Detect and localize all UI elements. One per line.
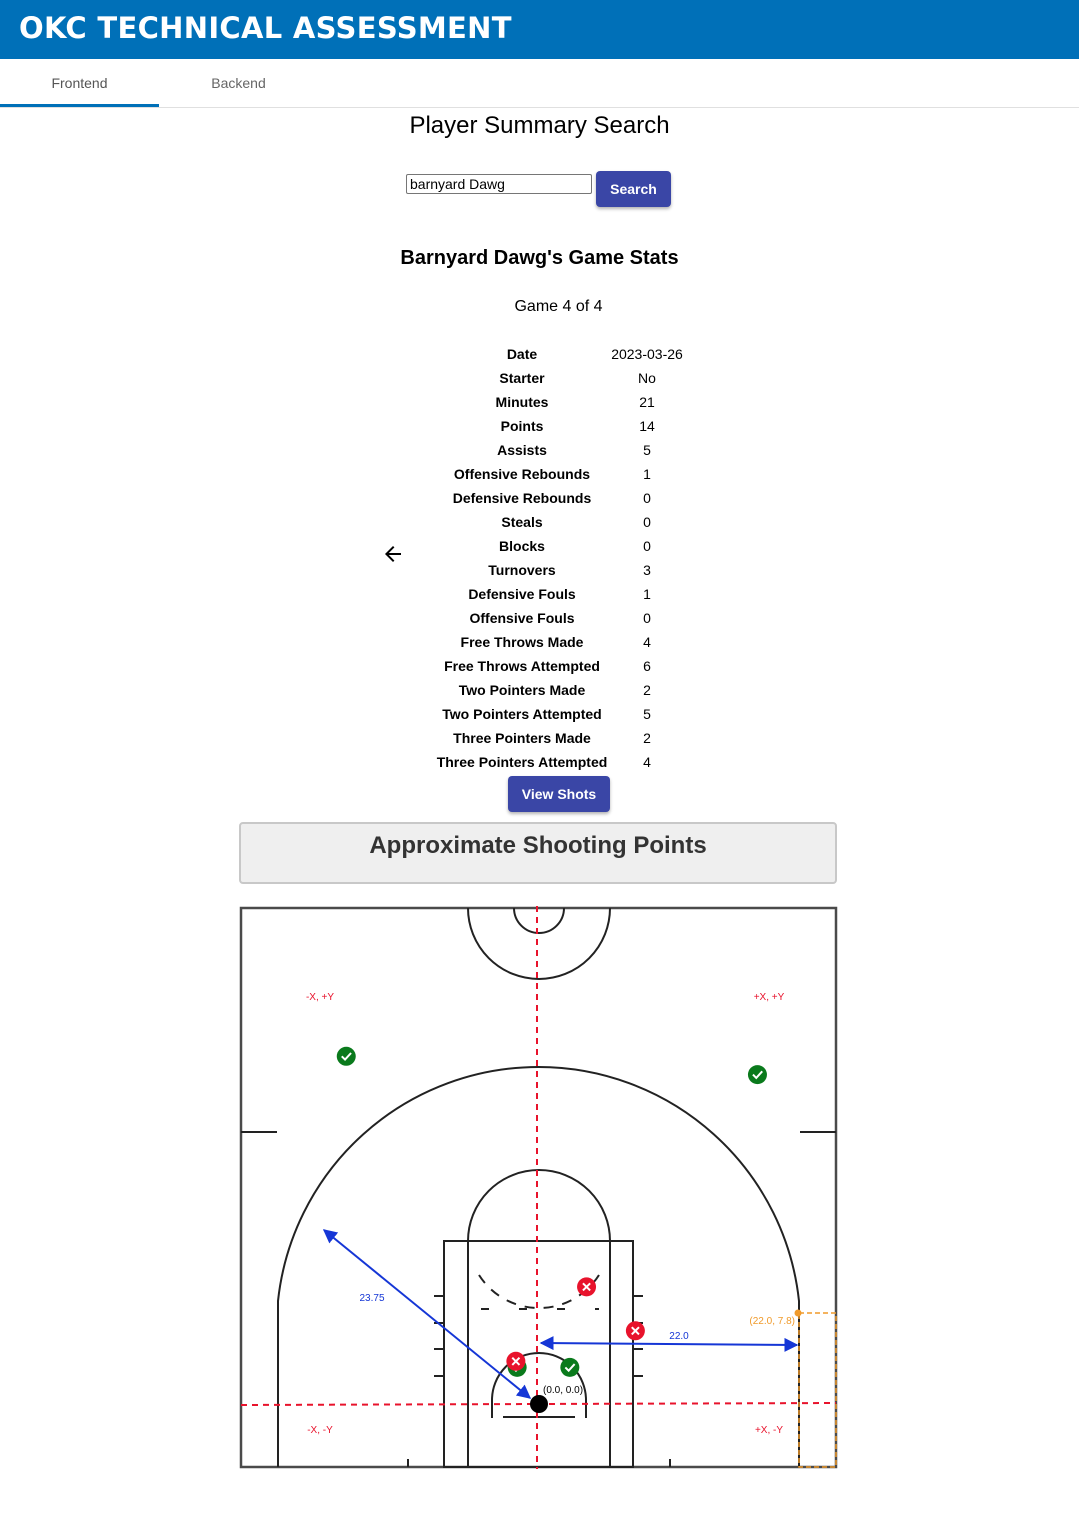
tab-indicator [0, 104, 159, 107]
missed-shot-icon [625, 1321, 645, 1341]
stat-label: Three Pointers Attempted [436, 754, 608, 770]
stat-value: 1 [643, 586, 651, 602]
stat-row: Two Pointers Attempted 5 [0, 702, 1079, 726]
view-shots-button[interactable]: View Shots [508, 776, 610, 812]
stat-row: Minutes 21 [0, 390, 1079, 414]
stat-value: 4 [643, 634, 651, 650]
arc-distance-label: 23.75 [359, 1293, 384, 1304]
quadrant-label: +X, +Y [754, 992, 785, 1003]
stat-label: Offensive Fouls [469, 610, 575, 626]
stat-row: Offensive Rebounds 1 [0, 462, 1079, 486]
player-search-input[interactable] [406, 174, 592, 194]
shot-chart-header: Approximate Shooting Points [239, 822, 837, 884]
stat-value: 2 [643, 730, 651, 746]
stat-row: Blocks 0 [0, 534, 1079, 558]
stat-value: 21 [639, 394, 655, 410]
stat-label: Offensive Rebounds [453, 466, 591, 482]
stat-row: Turnovers 3 [0, 558, 1079, 582]
quadrant-label: -X, +Y [306, 992, 334, 1003]
origin-label: (0.0, 0.0) [543, 1385, 583, 1396]
stat-row: Three Pointers Attempted 4 [0, 750, 1079, 774]
tab-frontend[interactable]: Frontend [0, 59, 159, 107]
stat-value: 14 [639, 418, 655, 434]
corner-label: (22.0, 7.8) [749, 1316, 795, 1327]
stat-label: Two Pointers Attempted [442, 706, 602, 722]
quadrant-label: +X, -Y [755, 1425, 783, 1436]
stat-value: 0 [643, 538, 651, 554]
search-button[interactable]: Search [596, 171, 671, 207]
stat-label: Two Pointers Made [458, 682, 586, 698]
tab-backend[interactable]: Backend [159, 59, 318, 107]
made-shot-icon [560, 1357, 580, 1377]
stat-value: 5 [643, 706, 651, 722]
quadrant-label: -X, -Y [307, 1425, 333, 1436]
stat-row: Starter No [0, 366, 1079, 390]
missed-shot-icon [577, 1277, 597, 1297]
stat-row: Offensive Fouls 0 [0, 606, 1079, 630]
hoop-origin [530, 1395, 548, 1413]
stat-row: Steals 0 [0, 510, 1079, 534]
stat-row: Points 14 [0, 414, 1079, 438]
stat-row: Defensive Rebounds 0 [0, 486, 1079, 510]
stat-row: Date 2023-03-26 [0, 342, 1079, 366]
stat-value: 0 [643, 610, 651, 626]
made-shot-icon [336, 1046, 356, 1066]
missed-shot-icon [506, 1351, 526, 1371]
stat-label: Defensive Fouls [468, 586, 576, 602]
stat-value: 1 [643, 466, 651, 482]
stat-value: 2023-03-26 [611, 346, 683, 362]
stats-title: Barnyard Dawg's Game Stats [400, 247, 679, 269]
stat-value: 0 [643, 514, 651, 530]
stat-label: Free Throws Made [460, 634, 584, 650]
stat-label: Assists [497, 442, 547, 458]
court-diagram: (22.0, 7.8) 23.75 22.0 -X, +Y +X, +Y -X,… [225, 900, 855, 1480]
stat-row: Free Throws Attempted 6 [0, 654, 1079, 678]
stat-label: Minutes [495, 394, 549, 410]
stat-label: Blocks [499, 538, 545, 554]
stat-row: Assists 5 [0, 438, 1079, 462]
app-title: OKC TECHNICAL ASSESSMENT [19, 11, 512, 45]
stat-label: Defensive Rebounds [452, 490, 592, 506]
stat-label: Points [500, 418, 544, 434]
made-shot-icon [747, 1065, 767, 1085]
stat-value: 5 [643, 442, 651, 458]
corner-point [794, 1309, 802, 1317]
stat-row: Defensive Fouls 1 [0, 582, 1079, 606]
corner-distance-label: 22.0 [669, 1331, 689, 1342]
stat-row: Two Pointers Made 2 [0, 678, 1079, 702]
shot-chart-title: Approximate Shooting Points [369, 832, 707, 859]
stat-label: Steals [501, 514, 543, 530]
stat-row: Free Throws Made 4 [0, 630, 1079, 654]
stat-label: Starter [499, 370, 545, 386]
stat-label: Free Throws Attempted [444, 658, 600, 674]
stat-value: 0 [643, 490, 651, 506]
stat-label: Turnovers [488, 562, 556, 578]
game-counter: Game 4 of 4 [514, 298, 603, 315]
stat-value: 3 [643, 562, 651, 578]
stat-value: 4 [643, 754, 651, 770]
tab-bar: Frontend Backend [0, 59, 1079, 108]
stat-label: Three Pointers Made [453, 730, 591, 746]
stat-label: Date [506, 346, 538, 362]
stat-value: 6 [643, 658, 651, 674]
app-bar: OKC TECHNICAL ASSESSMENT [0, 0, 1079, 59]
search-heading: Player Summary Search [409, 112, 670, 139]
stat-value: 2 [643, 682, 651, 698]
stat-row: Three Pointers Made 2 [0, 726, 1079, 750]
stat-value: No [638, 370, 656, 386]
